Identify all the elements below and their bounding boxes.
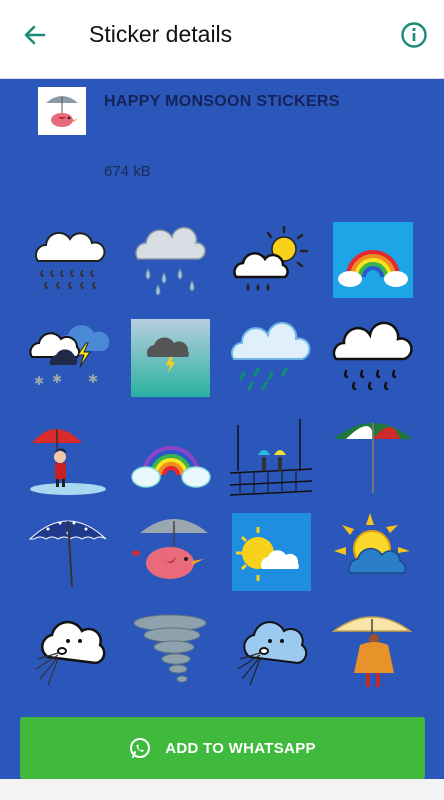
info-icon[interactable] <box>400 21 428 49</box>
sticker-couple-umbrellas[interactable] <box>230 415 312 497</box>
heavy-rain-cloud-sticker-icon <box>135 226 206 296</box>
pack-size: 674 kB <box>104 163 151 180</box>
sticker-blue-blowing-cloud[interactable] <box>230 609 312 691</box>
back-arrow-icon[interactable] <box>20 20 50 50</box>
sticker-bird-umbrella[interactable] <box>130 511 212 593</box>
sticker-sun-cloud-rain[interactable] <box>230 221 312 303</box>
thunderstorm-sticker-icon: ✱ ✱ ✱ <box>29 325 110 388</box>
sticker-tornado[interactable] <box>130 609 212 691</box>
striped-umbrella-sticker-icon <box>334 423 412 493</box>
svg-text:✱: ✱ <box>52 372 62 386</box>
sun-cloud-tile-sticker-icon <box>232 513 311 591</box>
add-to-whatsapp-button[interactable]: ADD TO WHATSAPP <box>20 717 425 779</box>
sticker-outline-cloud-rain[interactable] <box>332 317 414 399</box>
sticker-blue-cloud-rain[interactable] <box>230 317 312 399</box>
blowing-cloud-sticker-icon <box>35 620 106 686</box>
bird-umbrella-sticker-icon <box>132 519 208 579</box>
page-title: Sticker details <box>89 21 233 47</box>
bottom-strip <box>0 779 444 800</box>
svg-text:✱: ✱ <box>88 372 98 386</box>
blue-cloud-rain-sticker-icon <box>231 321 311 391</box>
sticker-striped-umbrella[interactable] <box>332 415 414 497</box>
sticker-girl-umbrella[interactable] <box>28 415 110 497</box>
svg-text:✱: ✱ <box>34 374 44 388</box>
sticker-sun-behind-cloud[interactable] <box>332 511 414 593</box>
rainbow-clouds-sticker-icon <box>131 446 211 488</box>
woman-raincoat-sticker-icon <box>332 616 413 687</box>
dotted-umbrella-sticker-icon <box>28 520 107 588</box>
pack-name: HAPPY MONSOON STICKERS <box>104 93 340 110</box>
sun-cloud-rain-sticker-icon <box>233 225 309 291</box>
sun-behind-cloud-sticker-icon <box>334 513 410 574</box>
outline-cloud-rain-sticker-icon <box>332 321 413 391</box>
sticker-blowing-cloud[interactable] <box>28 609 110 691</box>
tornado-sticker-icon <box>133 614 207 683</box>
whatsapp-icon <box>130 738 151 758</box>
app-bar: Sticker details <box>0 0 444 79</box>
sticker-heavy-rain-cloud[interactable] <box>130 221 212 303</box>
sticker-pack-content: HAPPY MONSOON STICKERS 674 kB ✱ ✱ ✱ <box>0 79 444 779</box>
rainbow-tile-sticker-icon <box>333 222 413 298</box>
rain-cloud-sticker-icon <box>35 231 106 289</box>
sticker-rainbow-clouds[interactable] <box>130 415 212 497</box>
sticker-woman-raincoat[interactable] <box>332 609 414 691</box>
blue-blowing-cloud-sticker-icon <box>237 621 308 686</box>
sticker-rain-cloud[interactable] <box>28 221 110 303</box>
sticker-thunderstorm[interactable]: ✱ ✱ ✱ <box>28 317 110 399</box>
couple-umbrellas-sticker-icon <box>230 419 312 496</box>
girl-umbrella-sticker-icon <box>30 429 106 495</box>
sticker-storm-tile[interactable] <box>130 317 212 399</box>
sticker-rainbow-tile[interactable] <box>332 221 414 303</box>
sticker-sun-cloud-tile[interactable] <box>230 511 312 593</box>
storm-tile-sticker-icon <box>131 319 210 397</box>
pack-tray-icon <box>38 87 86 135</box>
add-to-whatsapp-label: ADD TO WHATSAPP <box>165 739 316 757</box>
sticker-dotted-umbrella[interactable] <box>28 511 110 593</box>
